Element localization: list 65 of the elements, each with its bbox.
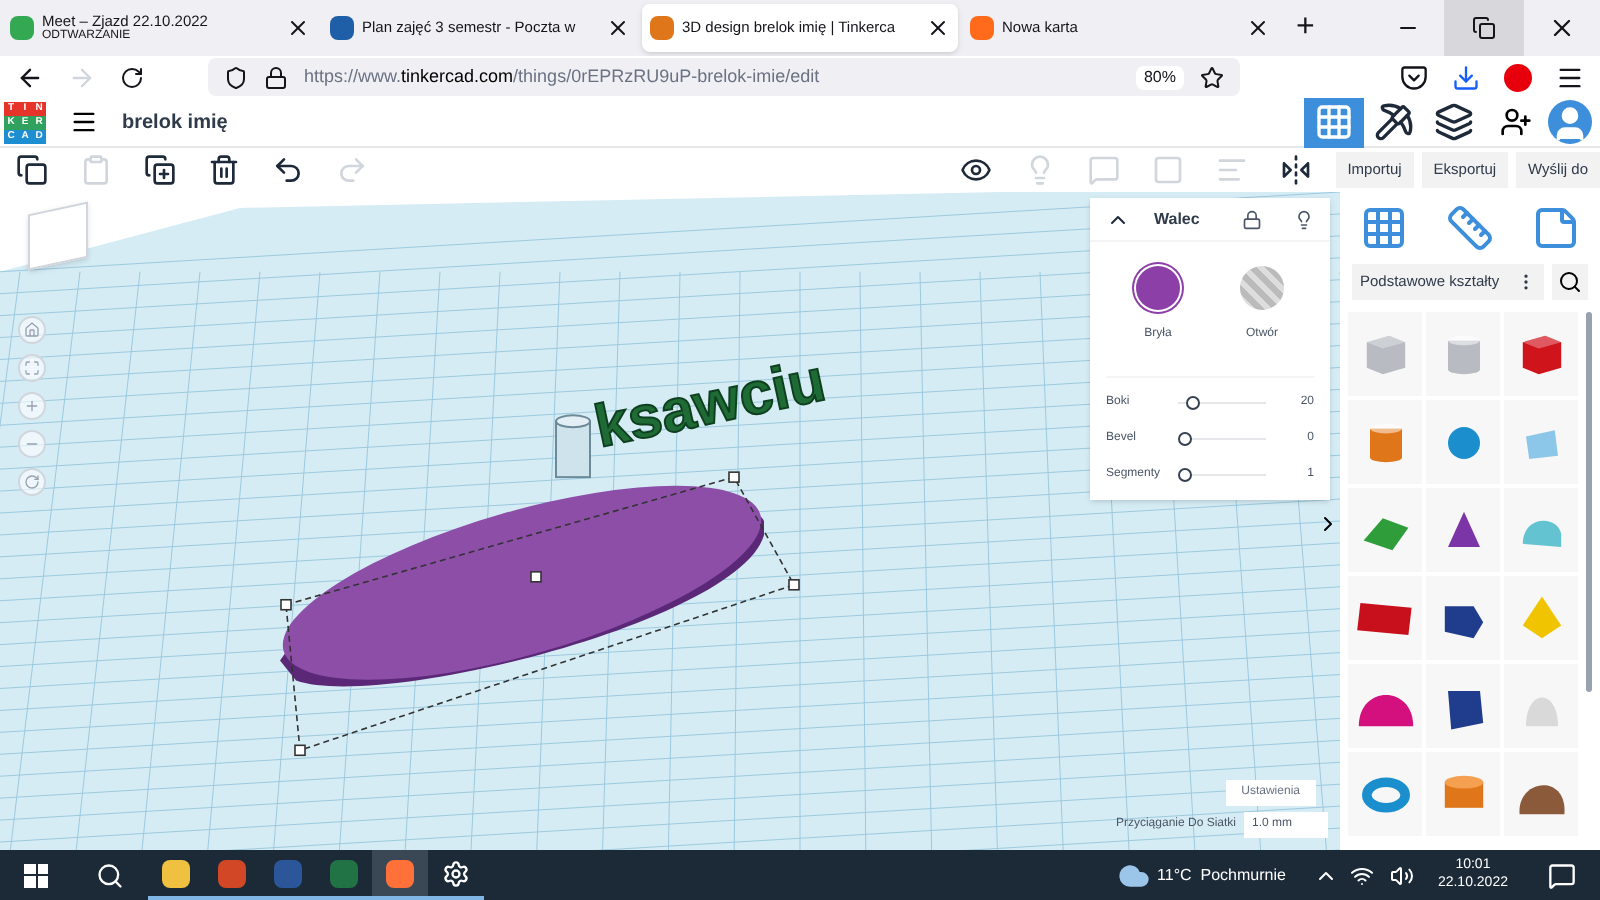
- list-icon[interactable]: [70, 108, 98, 136]
- close-icon[interactable]: [926, 16, 950, 40]
- slider[interactable]: [1178, 396, 1266, 410]
- bulb-icon[interactable]: [1294, 209, 1314, 229]
- shape-tile[interactable]: [1348, 400, 1422, 484]
- wifi-icon[interactable]: [1349, 863, 1374, 887]
- slider[interactable]: [1178, 468, 1266, 482]
- shape-tile[interactable]: [1426, 664, 1500, 748]
- pocket-icon[interactable]: [1400, 63, 1428, 91]
- weather-text[interactable]: 11°C Pochmurnie: [1157, 863, 1286, 887]
- avatar[interactable]: [1548, 100, 1592, 144]
- duplicate-icon[interactable]: [144, 154, 176, 186]
- shape-tile[interactable]: [1348, 312, 1422, 396]
- shape-tile[interactable]: [1504, 576, 1578, 660]
- cylinder-drawing: [555, 414, 591, 479]
- shape-tile[interactable]: [1504, 752, 1578, 836]
- shape-tile[interactable]: [1504, 312, 1578, 396]
- address-bar[interactable]: https://www.tinkercad.com/things/0rEPRzRU9uP-brelok-imie/edit 80%: [208, 58, 1240, 96]
- notifications-icon[interactable]: [1548, 861, 1576, 889]
- trash-icon[interactable]: [208, 154, 240, 186]
- panel-title: Walec: [1154, 207, 1202, 231]
- shape-tile[interactable]: [1504, 664, 1578, 748]
- shape-tile[interactable]: [1426, 752, 1500, 836]
- search-button[interactable]: [1552, 264, 1588, 300]
- shape-tile[interactable]: [1348, 752, 1422, 836]
- volume-icon[interactable]: [1389, 863, 1414, 887]
- cloud-icon: [1117, 859, 1150, 891]
- shape-tile[interactable]: [1504, 400, 1578, 484]
- scene-text: ksawciu: [589, 348, 832, 461]
- shape-tile[interactable]: [1426, 400, 1500, 484]
- lock-icon[interactable]: [1242, 209, 1262, 229]
- eye-icon[interactable]: [959, 154, 992, 186]
- hole-swatch[interactable]: [1240, 266, 1284, 310]
- restore-button[interactable]: [1444, 0, 1524, 56]
- solid-swatch[interactable]: [1136, 266, 1180, 310]
- shape-tile[interactable]: [1426, 576, 1500, 660]
- shape-tile[interactable]: [1426, 488, 1500, 572]
- download-icon[interactable]: [1452, 63, 1480, 91]
- copy-icon[interactable]: [16, 154, 48, 186]
- reload-icon[interactable]: [120, 65, 144, 89]
- shape-tile[interactable]: [1348, 576, 1422, 660]
- grid-icon[interactable]: [1359, 204, 1408, 252]
- ruler-icon[interactable]: [1445, 204, 1494, 252]
- back-icon[interactable]: [16, 63, 44, 91]
- search-icon[interactable]: [96, 861, 124, 889]
- close-icon[interactable]: [606, 16, 630, 40]
- mirror-icon[interactable]: [1279, 154, 1312, 186]
- user-add-icon[interactable]: [1500, 106, 1532, 138]
- new-tab-button[interactable]: +: [1280, 4, 1331, 52]
- shape-tile[interactable]: [1426, 312, 1500, 396]
- close-icon[interactable]: [286, 16, 310, 40]
- close-icon[interactable]: [1548, 14, 1576, 42]
- restore-icon: [1472, 16, 1496, 40]
- shape-tile[interactable]: [1348, 488, 1422, 572]
- slider[interactable]: [1178, 432, 1266, 446]
- gear-icon: [442, 859, 470, 887]
- close-icon[interactable]: [1246, 16, 1270, 40]
- design-name[interactable]: brelok imię: [122, 107, 228, 137]
- shape-tile[interactable]: [1504, 488, 1578, 572]
- undo-icon[interactable]: [272, 154, 304, 186]
- start-icon[interactable]: [24, 863, 48, 887]
- menu-icon[interactable]: [1556, 63, 1584, 91]
- search-icon: [1558, 270, 1582, 294]
- note-icon[interactable]: [1532, 204, 1581, 252]
- shape-tile[interactable]: [1348, 664, 1422, 748]
